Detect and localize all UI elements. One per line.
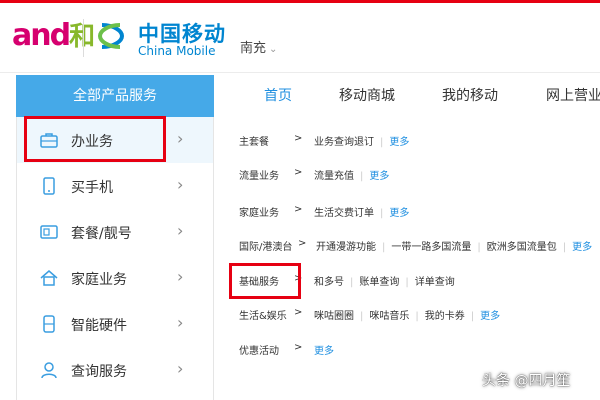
submenu-row: 生活&娱乐 > 咪咕圈圈 | 咪咕音乐 | 我的卡券 | 更多 (239, 307, 501, 322)
sidebar-item-label: 智能硬件 (71, 318, 127, 334)
submenu-category[interactable]: 国际/港澳台 (239, 238, 292, 253)
device-icon (43, 315, 55, 333)
nav-home[interactable]: 首页 (264, 75, 292, 117)
city-selector[interactable]: 南充 ⌄ (240, 37, 277, 56)
main-nav: 首页 移动商城 我的移动 网上营业 (214, 75, 600, 117)
site-header: and和 中国移动 China Mobile 南充⌄ (0, 3, 600, 75)
chevron-right-icon: › (177, 221, 184, 240)
chevron-right-icon: › (177, 313, 184, 332)
submenu-link[interactable]: 咪咕圈圈 (314, 311, 354, 322)
chevron-right-icon: › (177, 175, 184, 194)
chevron-right-icon: › (177, 129, 184, 148)
more-link[interactable]: 更多 (480, 311, 500, 322)
highlight-box-business (24, 116, 166, 162)
header-divider (0, 72, 600, 73)
sidebar-item-label: 查询服务 (71, 364, 127, 380)
sidebar-item-smart-hardware[interactable]: 智能硬件 › (17, 301, 213, 347)
business-submenu-panel: 主套餐 > 业务查询退订 | 更多 流量业务 > 流量充值 | 更多 家庭业务 > 生活… (214, 117, 600, 400)
nav-my-mobile[interactable]: 我的移动 (442, 75, 498, 117)
nav-mall[interactable]: 移动商城 (339, 75, 395, 117)
sidebar-item-plans[interactable]: 套餐/靓号 › (17, 209, 213, 255)
chevron-down-icon: ⌄ (269, 44, 278, 55)
sidebar-item-query[interactable]: 查询服务 › (17, 347, 213, 393)
submenu-link[interactable]: 和多号 (314, 277, 344, 288)
sim-card-icon (40, 225, 58, 239)
submenu-category[interactable]: 主套餐 (239, 133, 269, 148)
sidebar-item-label: 套餐/靓号 (71, 226, 132, 242)
submenu-link[interactable]: 一带一路多国流量 (391, 242, 471, 253)
submenu-row: 流量业务 > 流量充值 | 更多 (239, 167, 390, 182)
submenu-link[interactable]: 详单查询 (415, 277, 455, 288)
sidebar-item-label: 家庭业务 (71, 272, 127, 288)
phone-icon (43, 177, 55, 195)
china-mobile-logo-icon (97, 23, 125, 49)
user-icon (41, 362, 57, 379)
sidebar-item-family[interactable]: 家庭业务 › (17, 255, 213, 301)
submenu-link[interactable]: 我的卡券 (425, 311, 465, 322)
submenu-category[interactable]: 优惠活动 (239, 342, 279, 357)
submenu-link[interactable]: 业务查询退订 (314, 137, 374, 148)
submenu-link[interactable]: 欧洲多国流量包 (487, 242, 557, 253)
submenu-category[interactable]: 家庭业务 (239, 204, 279, 219)
submenu-row: 家庭业务 > 生活交费订单 | 更多 (239, 204, 410, 219)
more-link[interactable]: 更多 (369, 171, 389, 182)
nav-online-hall[interactable]: 网上营业 (546, 75, 600, 117)
more-link[interactable]: 更多 (389, 137, 409, 148)
all-products-menu[interactable]: 全部产品服务 (16, 75, 214, 117)
sidebar-item-buy-phone[interactable]: 买手机 › (17, 163, 213, 209)
submenu-row: 国际/港澳台 > 开通漫游功能 | 一带一路多国流量 | 欧洲多国流量包 | 更多 (239, 238, 593, 253)
submenu-link[interactable]: 账单查询 (359, 277, 399, 288)
submenu-link[interactable]: 开通漫游功能 (316, 242, 376, 253)
brand-name-en: China Mobile (138, 44, 216, 58)
submenu-category[interactable]: 流量业务 (239, 167, 279, 182)
submenu-row: 优惠活动 > 更多 (239, 342, 334, 357)
more-link[interactable]: 更多 (389, 208, 409, 219)
home-icon (40, 270, 58, 286)
watermark: 头条 @四月笙 (482, 373, 571, 389)
highlight-box-basic-service (229, 263, 301, 299)
more-link[interactable]: 更多 (572, 242, 592, 253)
submenu-link[interactable]: 生活交费订单 (314, 208, 374, 219)
submenu-row: 主套餐 > 业务查询退订 | 更多 (239, 133, 410, 148)
more-link[interactable]: 更多 (314, 346, 334, 357)
sidebar-item-label: 买手机 (71, 180, 113, 196)
submenu-link[interactable]: 咪咕音乐 (369, 311, 409, 322)
submenu-category[interactable]: 生活&娱乐 (239, 307, 287, 322)
chevron-right-icon: › (177, 359, 184, 378)
chevron-right-icon: › (177, 267, 184, 286)
submenu-link[interactable]: 流量充值 (314, 171, 354, 182)
logo-separator (83, 19, 84, 57)
